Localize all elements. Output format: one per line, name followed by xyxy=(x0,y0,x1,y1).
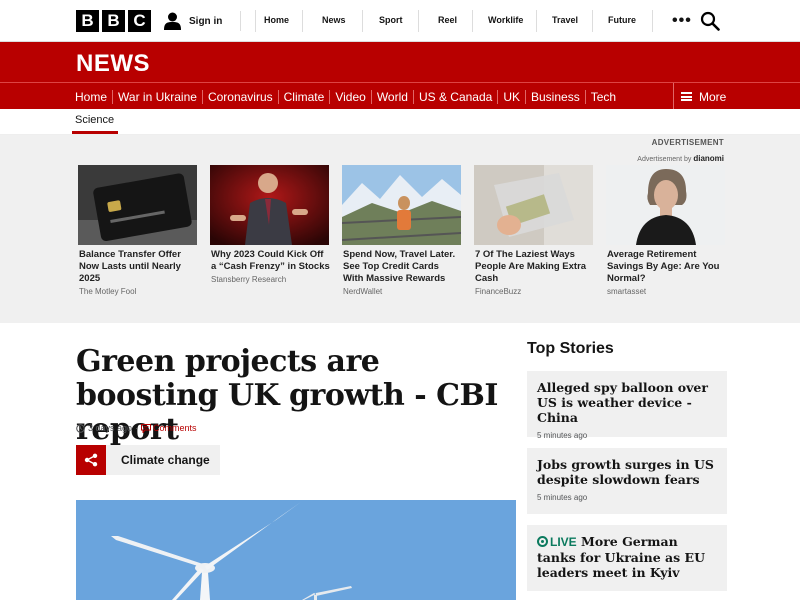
nav-divider xyxy=(592,10,593,32)
news-nav-video[interactable]: Video xyxy=(330,89,372,104)
top-story-headline: Alleged spy balloon over US is weather d… xyxy=(537,380,708,425)
cash-in-bag-photo xyxy=(474,165,593,245)
ad-title: Average Retirement Savings By Age: Are Y… xyxy=(607,249,720,284)
ad-source: FinanceBuzz xyxy=(475,287,522,296)
logo-letter: B xyxy=(76,10,99,32)
ad-card[interactable]: Average Retirement Savings By Age: Are Y… xyxy=(606,165,726,296)
global-nav-reel[interactable]: Reel xyxy=(438,15,457,25)
meta-separator: · xyxy=(135,423,139,433)
ad-source: NerdWallet xyxy=(343,287,383,296)
global-nav-future[interactable]: Future xyxy=(608,15,636,25)
sign-in-label: Sign in xyxy=(189,15,223,27)
global-nav-travel[interactable]: Travel xyxy=(552,15,578,25)
live-badge: LIVE xyxy=(550,535,577,549)
global-nav-worklife[interactable]: Worklife xyxy=(488,15,523,25)
top-story-time: 5 minutes ago xyxy=(537,493,588,502)
more-menu-button[interactable]: ••• xyxy=(672,12,692,30)
comment-icon xyxy=(141,423,152,433)
ad-title: Spend Now, Travel Later. See Top Credit … xyxy=(343,249,456,284)
news-nav-home[interactable]: Home xyxy=(70,89,114,104)
article-time: 3 days ago xyxy=(88,423,133,433)
ad-card[interactable]: Spend Now, Travel Later. See Top Credit … xyxy=(342,165,462,296)
article-meta: 3 days ago · Comments xyxy=(76,423,197,433)
news-nav: Home War in Ukraine Coronavirus Climate … xyxy=(0,82,800,110)
news-nav-tech[interactable]: Tech xyxy=(586,90,621,104)
advertisement-section: ADVERTISEMENT Advertisement by dianomi B… xyxy=(0,135,800,323)
top-story-card-live[interactable]: LIVE More German tanks for Ukraine as EU… xyxy=(527,525,727,591)
mountain-bridge-photo xyxy=(342,165,461,245)
sign-in-button[interactable]: Sign in xyxy=(164,11,242,31)
top-story-card[interactable]: Alleged spy balloon over US is weather d… xyxy=(527,371,727,440)
comments-link[interactable]: Comments xyxy=(141,423,197,433)
nav-divider xyxy=(652,10,653,32)
subnav-item-science[interactable]: Science xyxy=(75,114,114,126)
ad-card[interactable]: Balance Transfer Offer Now Lasts until N… xyxy=(78,165,198,296)
ad-title: 7 Of The Laziest Ways People Are Making … xyxy=(475,249,587,284)
top-story-headline: Jobs growth surges in US despite slowdow… xyxy=(537,457,714,487)
news-nav-climate[interactable]: Climate xyxy=(279,89,331,104)
global-nav-news[interactable]: News xyxy=(322,15,346,25)
active-underline xyxy=(72,131,118,134)
nav-divider xyxy=(418,10,419,32)
share-button[interactable] xyxy=(76,445,106,475)
comments-label: Comments xyxy=(153,423,197,433)
article-hero-image xyxy=(76,500,516,600)
ad-image xyxy=(342,165,461,245)
wind-turbine-photo xyxy=(76,500,516,600)
ad-card[interactable]: 7 Of The Laziest Ways People Are Making … xyxy=(474,165,594,296)
advertisement-by: Advertisement by dianomi xyxy=(637,154,724,163)
ad-source: smartasset xyxy=(607,287,647,296)
clock-icon xyxy=(76,423,85,433)
more-label: More xyxy=(699,89,727,104)
credit-card-image xyxy=(78,165,197,245)
ad-card[interactable]: Why 2023 Could Kick Off a “Cash Frenzy” … xyxy=(210,165,330,284)
logo-letter: C xyxy=(128,10,151,32)
nav-divider xyxy=(362,10,363,32)
top-story-headline: LIVE More German tanks for Ukraine as EU… xyxy=(537,534,717,580)
nav-divider xyxy=(255,10,256,32)
top-story-time: 5 minutes ago xyxy=(537,431,588,440)
ad-source: Stansberry Research xyxy=(211,275,287,284)
news-title[interactable]: NEWS xyxy=(76,50,150,78)
share-icon xyxy=(84,453,98,467)
news-nav-business[interactable]: Business xyxy=(526,89,586,104)
news-nav-us-canada[interactable]: US & Canada xyxy=(414,89,499,104)
topic-climate-change-button[interactable]: Climate change xyxy=(106,445,220,475)
logo-letter: B xyxy=(102,10,125,32)
ad-image xyxy=(210,165,329,245)
nav-divider xyxy=(302,10,303,32)
woman-portrait-photo xyxy=(606,165,725,245)
news-nav-uk[interactable]: UK xyxy=(498,89,526,104)
ad-title: Why 2023 Could Kick Off a “Cash Frenzy” … xyxy=(211,249,330,272)
top-story-card[interactable]: Jobs growth surges in US despite slowdow… xyxy=(527,448,727,514)
search-icon[interactable] xyxy=(700,11,720,31)
news-header: NEWS Home War in Ukraine Coronavirus Cli… xyxy=(0,42,800,110)
ad-source: The Motley Fool xyxy=(79,287,137,296)
news-nav-more-button[interactable]: More xyxy=(673,83,800,110)
live-icon xyxy=(537,536,548,547)
ad-title: Balance Transfer Offer Now Lasts until N… xyxy=(79,249,181,284)
global-header: B B C Sign in Home News Sport Reel Workl… xyxy=(0,0,800,42)
user-icon xyxy=(164,12,181,30)
nav-divider xyxy=(536,10,537,32)
ad-image xyxy=(606,165,725,245)
global-nav-home[interactable]: Home xyxy=(264,15,289,25)
secondary-nav: Science xyxy=(0,109,800,135)
nav-divider xyxy=(472,10,473,32)
top-stories-heading: Top Stories xyxy=(527,340,614,357)
hamburger-icon xyxy=(681,92,692,101)
news-nav-coronavirus[interactable]: Coronavirus xyxy=(203,89,279,104)
speaker-photo xyxy=(210,165,329,245)
advertisement-by-prefix: Advertisement by xyxy=(637,156,692,163)
news-nav-war-in-ukraine[interactable]: War in Ukraine xyxy=(113,89,203,104)
ad-image xyxy=(78,165,197,245)
bbc-logo[interactable]: B B C xyxy=(76,10,151,32)
dianomi-logo[interactable]: dianomi xyxy=(693,154,724,163)
ad-image xyxy=(474,165,593,245)
advertisement-label: ADVERTISEMENT xyxy=(651,138,724,147)
news-nav-world[interactable]: World xyxy=(372,89,414,104)
global-nav-sport[interactable]: Sport xyxy=(379,15,403,25)
